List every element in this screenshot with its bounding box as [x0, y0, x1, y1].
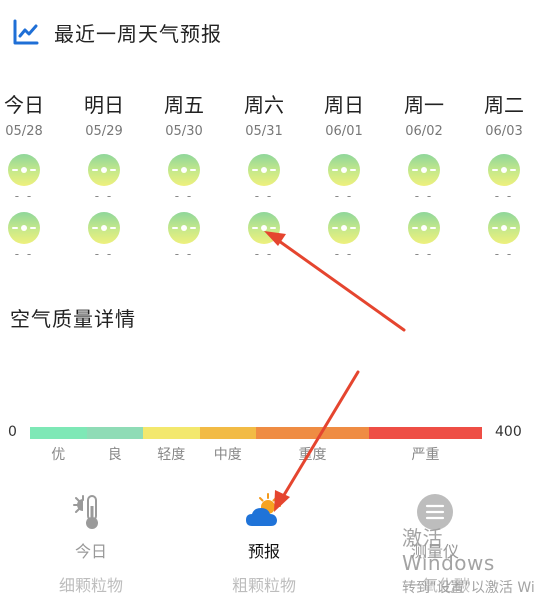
day-column: 今日 05/28 - - - - — [0, 90, 64, 262]
faded-label-co: 一氧化碳 — [405, 576, 471, 594]
aqi-value-bottom: - - — [94, 247, 114, 261]
air-quality-face-icon — [8, 212, 40, 244]
scale-segment — [369, 427, 482, 439]
aqi-value-bottom: - - — [254, 247, 274, 261]
day-date: 06/02 — [405, 124, 443, 139]
air-quality-face-icon — [248, 154, 280, 186]
aqi-value-top: - - — [14, 189, 34, 203]
forecast-days: 今日 05/28- -- - 明日 05/29- -- - 周五 05/30- -- -周… — [0, 90, 542, 262]
day-column: 周一 06/02 - - - - — [384, 90, 464, 262]
air-quality-face-icon — [488, 212, 520, 244]
scale-min-label: 0 — [8, 424, 17, 440]
day-date: 06/03 — [485, 124, 523, 139]
day-date: 05/30 — [165, 124, 203, 139]
tab-today-label: 今日 — [74, 542, 107, 561]
tab-forecast[interactable]: 预报 — [204, 490, 324, 562]
aqi-value-bottom: - - — [334, 247, 354, 261]
scale-max-label: 400 — [495, 424, 522, 440]
thermometer-sun-icon — [69, 490, 113, 534]
scale-segment — [256, 427, 369, 439]
air-quality-face-icon — [168, 212, 200, 244]
page-title: 最近一周天气预报 — [54, 21, 222, 46]
gauge-icon — [413, 490, 457, 534]
day-name: 明日 — [84, 93, 124, 117]
aqi-value-bottom: - - — [494, 247, 514, 261]
page-header: 最近一周天气预报 — [12, 16, 222, 48]
air-quality-face-icon — [168, 154, 200, 186]
scale-segment-label: 中度 — [213, 447, 242, 463]
day-column: 周五 05/30 - - - - — [144, 90, 224, 262]
scale-segment-label: 轻度 — [157, 447, 186, 463]
day-column: 周二 06/03 - - - - — [464, 90, 542, 262]
scale-segment — [86, 427, 143, 439]
aqi-value-top: - - — [334, 189, 354, 203]
air-quality-face-icon — [88, 154, 120, 186]
cloud-sun-icon — [242, 490, 286, 534]
scale-segment-label: 重度 — [298, 447, 327, 463]
day-name: 周二 — [484, 93, 524, 117]
air-quality-face-icon — [8, 154, 40, 186]
day-name: 周六 — [244, 93, 284, 117]
tab-meter[interactable]: 测量仪 — [375, 490, 495, 562]
air-quality-title: 空气质量详情 — [10, 307, 136, 331]
day-column: 周日 06/01 - - - - — [304, 90, 384, 262]
day-column: 明日 05/29 - - - - — [64, 90, 144, 262]
day-date: 05/28 — [5, 124, 43, 139]
scale-segment-label: 良 — [107, 447, 122, 463]
faded-pollutant-labels: 细颗粒物 粗颗粒物 一氧化碳 — [0, 572, 542, 594]
day-date: 05/31 — [245, 124, 283, 139]
aqi-scale-labels: 优 良 轻度 中度 重度 严重 — [30, 444, 482, 464]
air-quality-face-icon — [408, 212, 440, 244]
aqi-value-top: - - — [414, 189, 434, 203]
air-quality-face-icon — [88, 212, 120, 244]
faded-label-pm25: 细颗粒物 — [58, 576, 124, 594]
scale-segment — [199, 427, 256, 439]
aqi-value-top: - - — [494, 189, 514, 203]
day-name: 周日 — [324, 93, 364, 117]
day-name: 今日 — [4, 93, 44, 117]
scale-segment-label: 优 — [51, 447, 66, 463]
day-date: 06/01 — [325, 124, 363, 139]
air-quality-face-icon — [248, 212, 280, 244]
day-column: 周六 05/31 - - - - — [224, 90, 304, 262]
tab-meter-label: 测量仪 — [410, 542, 459, 561]
scale-segment — [30, 427, 87, 439]
scale-segment-label: 严重 — [411, 447, 440, 463]
day-name: 周五 — [164, 93, 204, 117]
scale-segment — [143, 427, 200, 439]
air-quality-face-icon — [488, 154, 520, 186]
tab-forecast-label: 预报 — [247, 542, 280, 561]
aqi-value-top: - - — [94, 189, 114, 203]
air-quality-face-icon — [408, 154, 440, 186]
air-quality-face-icon — [328, 212, 360, 244]
aqi-value-top: - - — [174, 189, 194, 203]
aqi-value-bottom: - - — [414, 247, 434, 261]
day-date: 05/29 — [85, 124, 123, 139]
tab-today[interactable]: 今日 — [31, 490, 151, 562]
aqi-value-top: - - — [254, 189, 274, 203]
day-name: 周一 — [404, 93, 444, 117]
trend-chart-icon — [12, 18, 40, 46]
weather-forecast-page: 最近一周天气预报 今日 05/28 - - - - 明日 05/29 - - - - 周五 05/… — [0, 0, 542, 594]
aqi-value-bottom: - - — [174, 247, 194, 261]
aqi-scale-bar — [30, 427, 482, 439]
aqi-value-bottom: - - — [14, 247, 34, 261]
faded-label-pm10: 粗颗粒物 — [231, 576, 297, 594]
air-quality-face-icon — [328, 154, 360, 186]
